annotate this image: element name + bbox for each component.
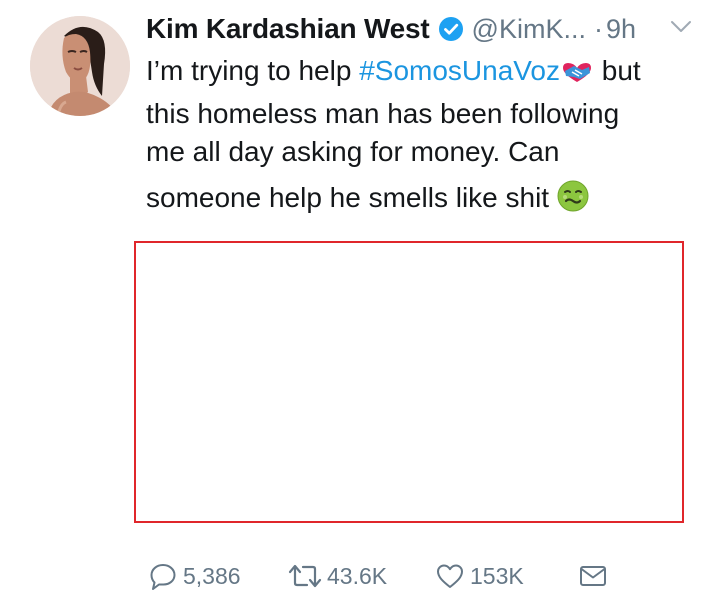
tweet-header: Kim Kardashian West @KimK... · 9h: [146, 12, 636, 46]
handshake-heart-emoji-icon: [560, 57, 594, 95]
tweet-text-segment: I’m trying to help: [146, 55, 360, 86]
user-handle[interactable]: @KimK...: [472, 14, 586, 45]
retweet-count: 43.6K: [327, 562, 388, 589]
time-separator: ·: [593, 13, 603, 44]
hashtag-link[interactable]: #SomosUnaVoz: [359, 55, 560, 86]
tweet-text: I’m trying to help #SomosUnaVoz but this…: [146, 52, 706, 222]
reply-icon: [150, 564, 176, 590]
avatar[interactable]: [30, 16, 130, 116]
tweet-timestamp[interactable]: 9h: [606, 14, 636, 45]
tweet-text-line-2: this homeless man has been following: [146, 98, 620, 129]
envelope-icon: [580, 566, 606, 586]
tweet-text-segment: but: [594, 55, 641, 86]
retweet-button[interactable]: 43.6K: [288, 558, 387, 594]
display-name[interactable]: Kim Kardashian West: [146, 13, 430, 45]
chevron-down-icon[interactable]: [670, 20, 692, 34]
tweet-text-segment: someone help he smells like shit: [146, 182, 557, 213]
direct-message-button[interactable]: [578, 558, 608, 594]
verified-badge-icon: [438, 16, 464, 42]
tweet-text-line-1: I’m trying to help #SomosUnaVoz but: [146, 52, 706, 95]
retweet-icon: [288, 564, 322, 588]
tweet-card: Kim Kardashian West @KimK... · 9h I’m tr…: [0, 0, 720, 602]
reply-button[interactable]: 5,386: [148, 558, 241, 594]
tweet-actions: 5,386 43.6K 153K: [0, 558, 720, 594]
media-placeholder[interactable]: [134, 241, 684, 523]
heart-icon: [437, 564, 463, 588]
like-count: 153K: [470, 562, 524, 589]
avatar-portrait: [30, 16, 130, 116]
like-button[interactable]: 153K: [435, 558, 524, 594]
tweet-text-line-3: me all day asking for money. Can: [146, 136, 560, 167]
reply-count: 5,386: [183, 562, 241, 589]
tweet-text-line-4: someone help he smells like shit: [146, 179, 706, 222]
nauseated-face-emoji-icon: [557, 180, 589, 222]
